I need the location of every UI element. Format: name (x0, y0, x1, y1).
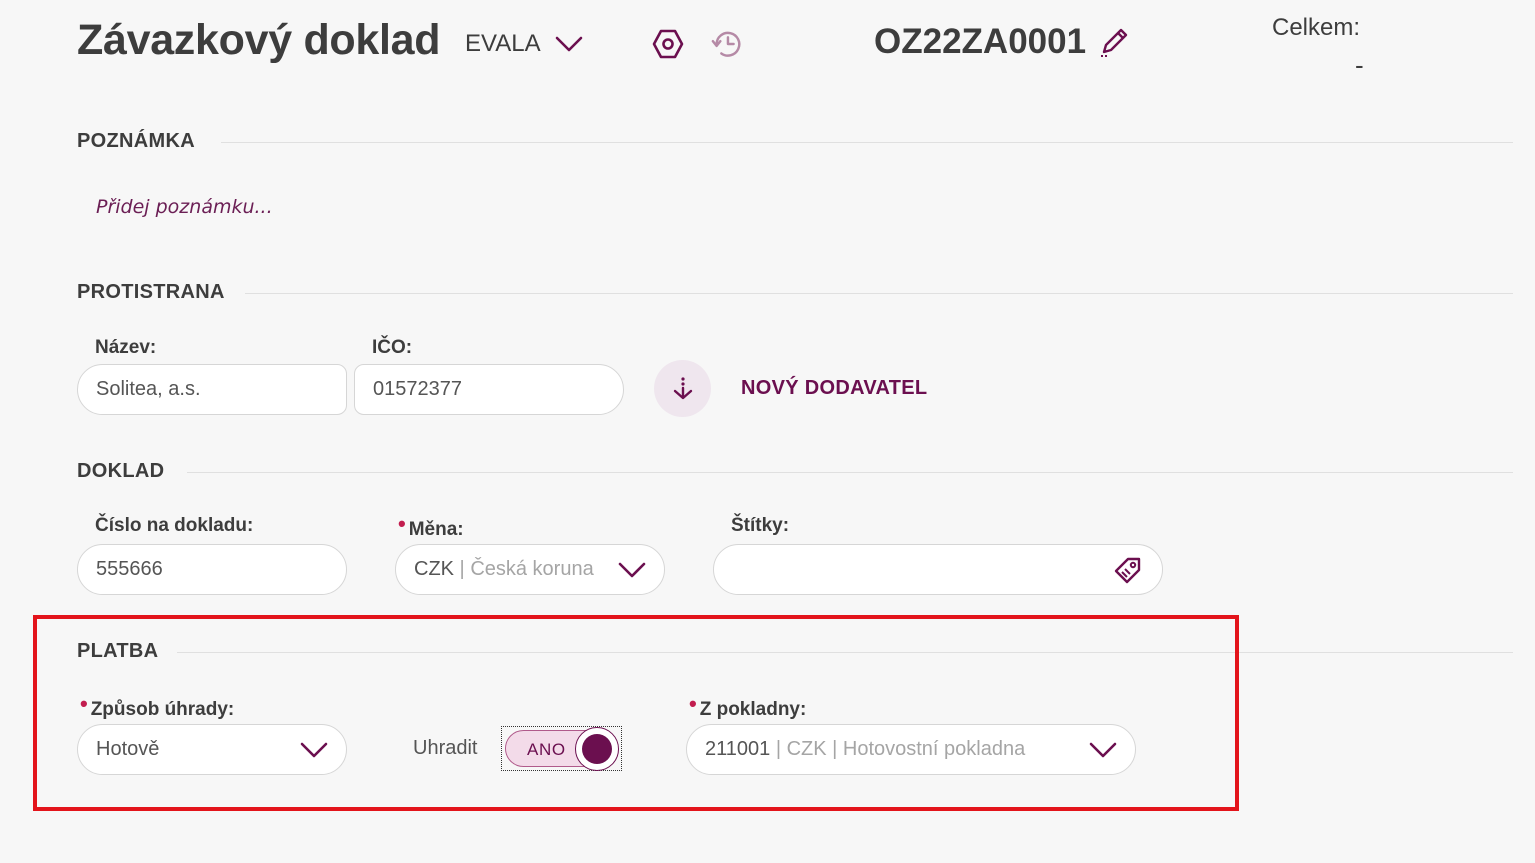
company-selector[interactable]: EVALA (465, 30, 583, 58)
currency-select[interactable]: CZK | Česká koruna (395, 544, 665, 595)
page-title: Závazkový doklad (77, 16, 441, 64)
currency-value: CZK | Česká koruna (414, 558, 594, 581)
total-value: - (1355, 50, 1364, 80)
section-divider (187, 472, 1513, 473)
note-input[interactable]: Přidej poznámku... (96, 196, 273, 218)
name-value: Solitea, a.s. (96, 378, 201, 400)
section-title-note: POZNÁMKA (77, 130, 195, 152)
company-name: EVALA (465, 30, 541, 57)
history-icon[interactable] (710, 27, 744, 61)
section-divider (221, 142, 1513, 143)
currency-name: Česká koruna (470, 558, 594, 580)
tag-icon[interactable] (1112, 554, 1144, 586)
name-label: Název: (95, 337, 157, 358)
new-supplier-button[interactable]: NOVÝ DODAVATEL (741, 377, 927, 400)
required-marker: • (398, 511, 406, 536)
chevron-down-icon (618, 562, 646, 577)
document-number: OZ22ZA0001 (874, 22, 1132, 62)
tags-label: Štítky: (731, 515, 790, 536)
currency-code: CZK (414, 558, 454, 580)
ico-label: IČO: (372, 337, 413, 358)
doc-number-input[interactable]: 555666 (77, 544, 347, 595)
ico-input[interactable]: 01572377 (354, 364, 624, 415)
section-divider (245, 293, 1513, 294)
doc-number-label: Číslo na dokladu: (95, 515, 254, 536)
chevron-down-icon (555, 36, 582, 52)
total-label: Celkem: (1272, 14, 1361, 41)
download-arrow-icon (673, 376, 692, 399)
document-number-text: OZ22ZA0001 (874, 22, 1087, 61)
name-input[interactable]: Solitea, a.s. (77, 364, 347, 415)
currency-separator: | (454, 558, 471, 580)
section-title-document: DOKLAD (77, 460, 165, 482)
ico-value: 01572377 (373, 378, 462, 400)
edit-pencil-icon[interactable] (1096, 24, 1132, 60)
currency-label: • Měna: (398, 511, 464, 541)
highlight-box (33, 615, 1239, 811)
doc-number-value: 555666 (96, 558, 163, 580)
section-title-counterparty: PROTISTRANA (77, 281, 225, 303)
load-supplier-button[interactable] (654, 360, 711, 417)
tags-input[interactable] (713, 544, 1163, 595)
currency-label-text: Měna: (408, 519, 464, 540)
settings-icon[interactable] (651, 27, 685, 61)
